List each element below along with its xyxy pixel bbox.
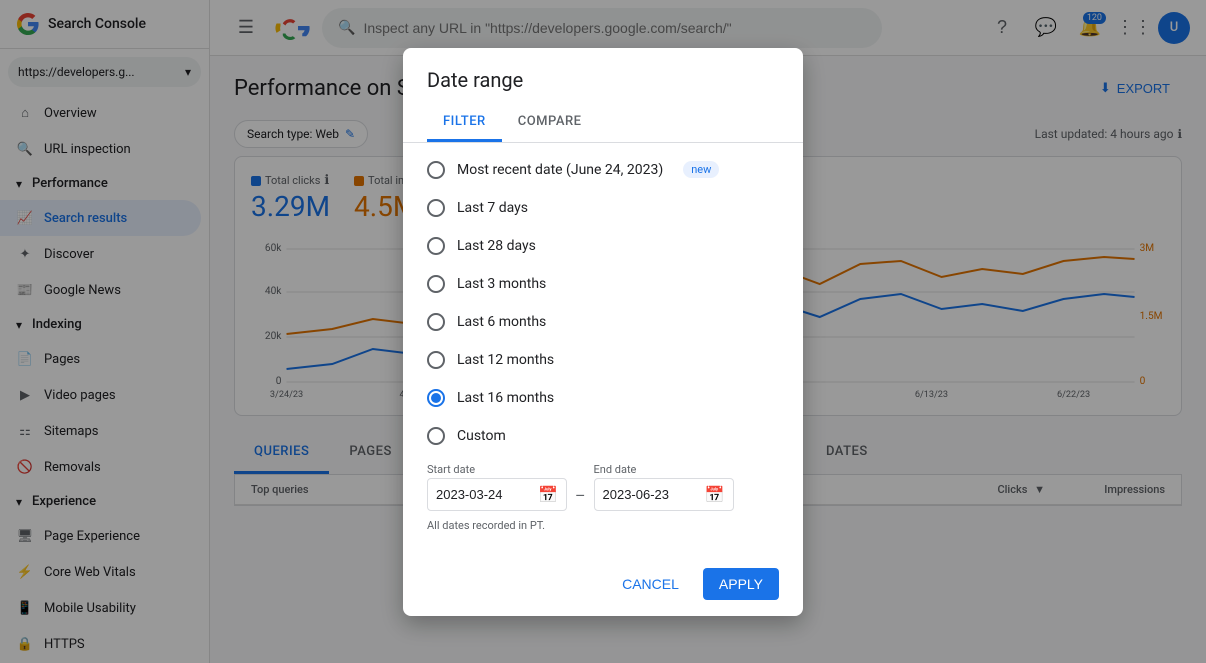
radio-last-16-months[interactable]: Last 16 months [427,379,779,417]
modal-tab-compare[interactable]: COMPARE [502,104,598,142]
new-badge: new [683,161,719,178]
start-date-input[interactable] [436,487,532,502]
radio-label: Custom [457,428,506,444]
end-date-wrapper[interactable]: 📅 [594,478,734,511]
modal-tab-filter[interactable]: FILTER [427,104,502,142]
calendar-icon[interactable]: 📅 [705,485,725,504]
radio-circle-checked [427,389,445,407]
end-date-group: End date 📅 [594,463,734,511]
calendar-icon[interactable]: 📅 [538,485,558,504]
date-separator: – [575,486,586,511]
radio-last-28-days[interactable]: Last 28 days [427,227,779,265]
modal-title: Date range [403,48,803,104]
modal-tabs: FILTER COMPARE [403,104,803,143]
radio-label: Last 6 months [457,314,546,330]
radio-circle [427,237,445,255]
radio-label: Most recent date (June 24, 2023) [457,162,663,178]
radio-circle [427,313,445,331]
modal-actions: CANCEL APPLY [403,560,803,616]
modal-note: All dates recorded in PT. [427,515,779,544]
radio-circle [427,351,445,369]
radio-last-6-months[interactable]: Last 6 months [427,303,779,341]
modal-backdrop[interactable]: Date range FILTER COMPARE Most recent da… [0,0,1206,663]
radio-circle [427,427,445,445]
radio-circle [427,275,445,293]
radio-circle [427,161,445,179]
modal-body: Most recent date (June 24, 2023) new Las… [403,143,803,560]
radio-last-3-months[interactable]: Last 3 months [427,265,779,303]
radio-custom[interactable]: Custom [427,417,779,455]
cancel-button[interactable]: CANCEL [606,568,695,600]
radio-label: Last 16 months [457,390,554,406]
radio-label: Last 12 months [457,352,554,368]
end-date-input[interactable] [603,487,699,502]
date-range-modal: Date range FILTER COMPARE Most recent da… [403,48,803,616]
radio-circle [427,199,445,217]
start-date-label: Start date [427,463,567,476]
radio-label: Last 7 days [457,200,528,216]
date-inputs: Start date 📅 – End date 📅 [427,463,779,511]
start-date-wrapper[interactable]: 📅 [427,478,567,511]
radio-label: Last 3 months [457,276,546,292]
radio-most-recent[interactable]: Most recent date (June 24, 2023) new [427,151,779,189]
start-date-group: Start date 📅 [427,463,567,511]
radio-label: Last 28 days [457,238,536,254]
apply-button[interactable]: APPLY [703,568,779,600]
radio-last-12-months[interactable]: Last 12 months [427,341,779,379]
end-date-label: End date [594,463,734,476]
radio-last-7-days[interactable]: Last 7 days [427,189,779,227]
